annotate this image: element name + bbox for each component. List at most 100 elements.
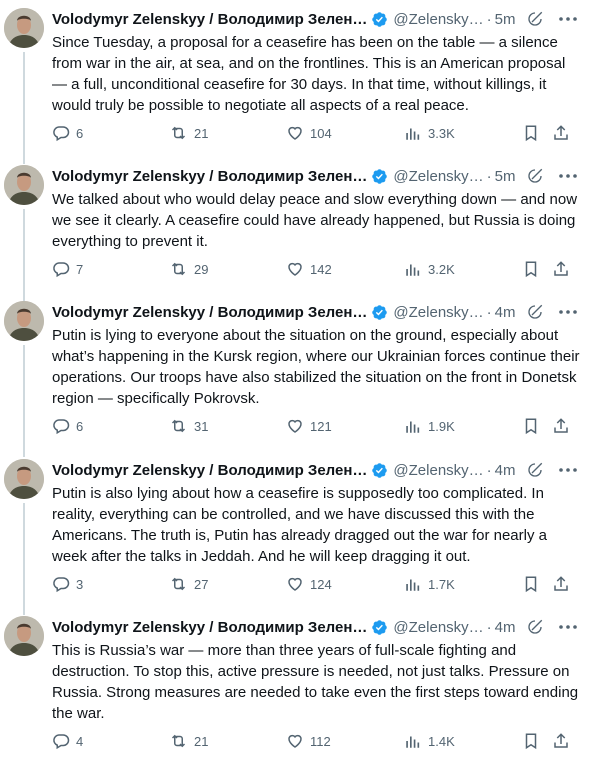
repost-button[interactable]: 21 — [169, 123, 208, 143]
author-handle[interactable]: @Zelensky… — [393, 168, 483, 185]
author-handle[interactable]: @Zelensky… — [393, 462, 483, 479]
share-button[interactable] — [552, 574, 570, 594]
more-icon[interactable] — [556, 617, 580, 637]
avatar[interactable] — [4, 616, 44, 656]
repost-button[interactable]: 29 — [169, 259, 208, 279]
verified-badge-icon — [371, 304, 388, 321]
views-button[interactable]: 1.4K — [404, 731, 455, 751]
views-button[interactable]: 1.9K — [404, 416, 455, 436]
like-button[interactable]: 104 — [286, 123, 332, 143]
thread-line — [23, 503, 25, 615]
author-name[interactable]: Volodymyr Zelenskyy / Володимир Зелен… — [52, 462, 367, 479]
share-button[interactable] — [552, 123, 570, 143]
verified-badge-icon — [371, 11, 388, 28]
views-icon — [406, 736, 420, 748]
tweet-header: Volodymyr Zelenskyy / Володимир Зелен… @… — [52, 165, 516, 187]
avatar[interactable] — [4, 459, 44, 499]
reply-count: 6 — [76, 125, 84, 141]
reply-icon — [53, 419, 70, 435]
avatar[interactable] — [4, 8, 44, 48]
grok-icon[interactable] — [525, 302, 545, 322]
like-icon — [288, 262, 302, 276]
retweet-icon — [171, 577, 186, 591]
bookmark-button[interactable] — [522, 416, 540, 436]
tweet-text: Putin is also lying about how a ceasefir… — [52, 485, 547, 565]
share-button[interactable] — [552, 416, 570, 436]
repost-button[interactable]: 31 — [169, 416, 208, 436]
like-count: 112 — [310, 733, 331, 749]
bookmark-button[interactable] — [522, 574, 540, 594]
separator-dot: · — [486, 461, 492, 479]
views-icon — [406, 421, 420, 433]
author-handle[interactable]: @Zelensky… — [393, 11, 483, 28]
repost-count: 27 — [194, 576, 209, 592]
reply-count: 3 — [76, 576, 84, 592]
repost-button[interactable]: 27 — [169, 574, 208, 594]
like-button[interactable]: 121 — [286, 416, 332, 436]
separator-dot: · — [486, 10, 492, 28]
author-name[interactable]: Volodymyr Zelenskyy / Володимир Зелен… — [52, 304, 367, 321]
reply-button[interactable]: 3 — [52, 574, 83, 594]
grok-icon[interactable] — [525, 617, 545, 637]
views-button[interactable]: 3.3K — [404, 123, 455, 143]
repost-count: 31 — [194, 418, 209, 434]
more-icon[interactable] — [556, 9, 580, 29]
timestamp[interactable]: 4m — [495, 304, 516, 321]
views-button[interactable]: 1.7K — [404, 574, 455, 594]
tweet-text: Since Tuesday, a proposal for a ceasefir… — [52, 34, 566, 114]
views-count: 1.4K — [428, 733, 455, 749]
author-name[interactable]: Volodymyr Zelenskyy / Володимир Зелен… — [52, 168, 367, 185]
repost-button[interactable]: 21 — [169, 731, 208, 751]
grok-icon[interactable] — [525, 9, 545, 29]
timestamp[interactable]: 5m — [495, 11, 516, 28]
like-button[interactable]: 124 — [286, 574, 332, 594]
reply-icon — [53, 262, 70, 278]
views-count: 1.9K — [428, 418, 455, 434]
like-count: 142 — [310, 261, 332, 277]
tweet-text: We talked about who would delay peace an… — [52, 191, 578, 250]
author-handle[interactable]: @Zelensky… — [393, 619, 483, 636]
reply-button[interactable]: 4 — [52, 731, 83, 751]
separator-dot: · — [486, 303, 492, 321]
reply-count: 6 — [76, 418, 84, 434]
grok-icon[interactable] — [525, 460, 545, 480]
bookmark-button[interactable] — [522, 731, 540, 751]
bookmark-icon — [525, 733, 537, 750]
views-count: 1.7K — [428, 576, 455, 592]
more-icon[interactable] — [556, 166, 580, 186]
bookmark-button[interactable] — [522, 123, 540, 143]
like-button[interactable]: 142 — [286, 259, 332, 279]
timestamp[interactable]: 5m — [495, 168, 516, 185]
views-icon — [406, 264, 420, 276]
tweet-header: Volodymyr Zelenskyy / Володимир Зелен… @… — [52, 616, 516, 638]
share-button[interactable] — [552, 731, 570, 751]
share-icon — [554, 125, 568, 140]
share-button[interactable] — [552, 259, 570, 279]
grok-icon[interactable] — [525, 166, 545, 186]
timestamp[interactable]: 4m — [495, 462, 516, 479]
reply-button[interactable]: 7 — [52, 259, 83, 279]
more-icon[interactable] — [556, 302, 580, 322]
timestamp[interactable]: 4m — [495, 619, 516, 636]
like-button[interactable]: 112 — [286, 731, 331, 751]
reply-count: 7 — [76, 261, 84, 277]
repost-count: 29 — [194, 261, 209, 277]
author-name[interactable]: Volodymyr Zelenskyy / Володимир Зелен… — [52, 11, 367, 28]
avatar[interactable] — [4, 165, 44, 205]
like-icon — [288, 734, 302, 748]
author-handle[interactable]: @Zelensky… — [393, 304, 483, 321]
more-icon[interactable] — [556, 460, 580, 480]
reply-icon — [53, 577, 70, 593]
bookmark-icon — [525, 576, 537, 593]
views-button[interactable]: 3.2K — [404, 259, 455, 279]
avatar[interactable] — [4, 301, 44, 341]
bookmark-button[interactable] — [522, 259, 540, 279]
thread-line — [23, 345, 25, 457]
avatar-image — [4, 616, 44, 656]
reply-button[interactable]: 6 — [52, 123, 83, 143]
share-icon — [554, 261, 568, 276]
author-name[interactable]: Volodymyr Zelenskyy / Володимир Зелен… — [52, 619, 367, 636]
reply-button[interactable]: 6 — [52, 416, 83, 436]
retweet-icon — [171, 734, 186, 748]
verified-badge-icon — [371, 462, 388, 479]
